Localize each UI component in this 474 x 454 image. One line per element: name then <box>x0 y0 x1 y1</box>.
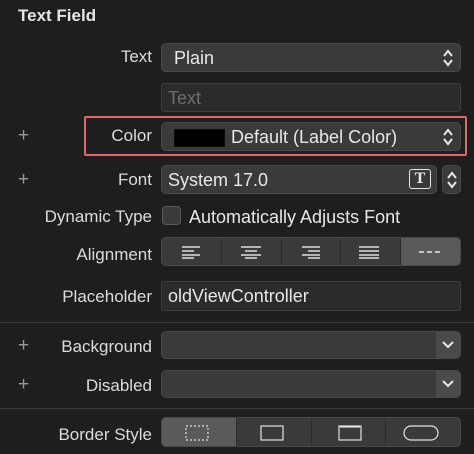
font-size-stepper[interactable] <box>442 165 461 194</box>
font-value: System 17.0 <box>168 170 269 190</box>
section-title: Text Field <box>18 6 97 25</box>
natural-align-icon[interactable] <box>401 238 460 265</box>
text-type-value: Plain <box>174 48 215 68</box>
section-divider <box>0 322 474 323</box>
auto-adjust-font-checkbox[interactable] <box>162 206 181 225</box>
chevron-down-icon <box>436 332 460 358</box>
disabled-label: Disabled <box>85 376 152 395</box>
font-picker-glyph: T <box>414 170 426 187</box>
alignment-segmented-control[interactable] <box>161 237 461 266</box>
border-style-segmented-control[interactable] <box>161 417 461 447</box>
add-color-variation-icon[interactable]: + <box>18 126 29 145</box>
placeholder-label: Placeholder <box>62 287 152 306</box>
add-background-variation-icon[interactable]: + <box>18 336 29 355</box>
stepper-arrows-icon <box>447 171 457 189</box>
font-field[interactable]: System 17.0 T <box>161 165 437 194</box>
add-font-variation-icon[interactable]: + <box>18 170 29 189</box>
up-down-arrows-icon <box>443 48 453 67</box>
left-align-icon[interactable] <box>162 238 222 265</box>
placeholder-input[interactable]: oldViewController <box>161 281 461 311</box>
color-swatch <box>174 129 225 147</box>
rounded-border-icon[interactable] <box>386 418 460 446</box>
dynamic-type-label: Dynamic Type <box>44 207 152 226</box>
text-input[interactable]: Text <box>161 83 461 112</box>
bezel-border-icon[interactable] <box>312 418 387 446</box>
disabled-popup[interactable] <box>161 370 461 398</box>
color-label: Color <box>111 126 152 145</box>
alignment-label: Alignment <box>76 245 152 264</box>
auto-adjust-font-label[interactable]: Automatically Adjusts Font <box>189 207 400 228</box>
placeholder-value: oldViewController <box>168 286 309 306</box>
background-label: Background <box>61 337 152 356</box>
up-down-arrows-icon <box>443 127 453 146</box>
chevron-down-icon <box>436 371 460 397</box>
justify-align-icon[interactable] <box>341 238 402 265</box>
no-border-icon[interactable] <box>162 418 237 446</box>
section-divider <box>0 408 474 409</box>
color-value: Default (Label Color) <box>231 127 398 147</box>
line-border-icon[interactable] <box>237 418 312 446</box>
text-label: Text <box>120 47 152 66</box>
border-style-label: Border Style <box>58 425 152 444</box>
font-label: Font <box>117 170 152 189</box>
text-input-placeholder: Text <box>168 88 202 108</box>
right-align-icon[interactable] <box>282 238 342 265</box>
background-popup[interactable] <box>161 331 461 359</box>
font-picker-icon[interactable]: T <box>409 169 431 189</box>
center-align-icon[interactable] <box>222 238 282 265</box>
text-type-popup[interactable]: Plain <box>161 43 461 72</box>
color-popup[interactable]: Default (Label Color) <box>161 122 461 151</box>
add-disabled-variation-icon[interactable]: + <box>18 375 29 394</box>
